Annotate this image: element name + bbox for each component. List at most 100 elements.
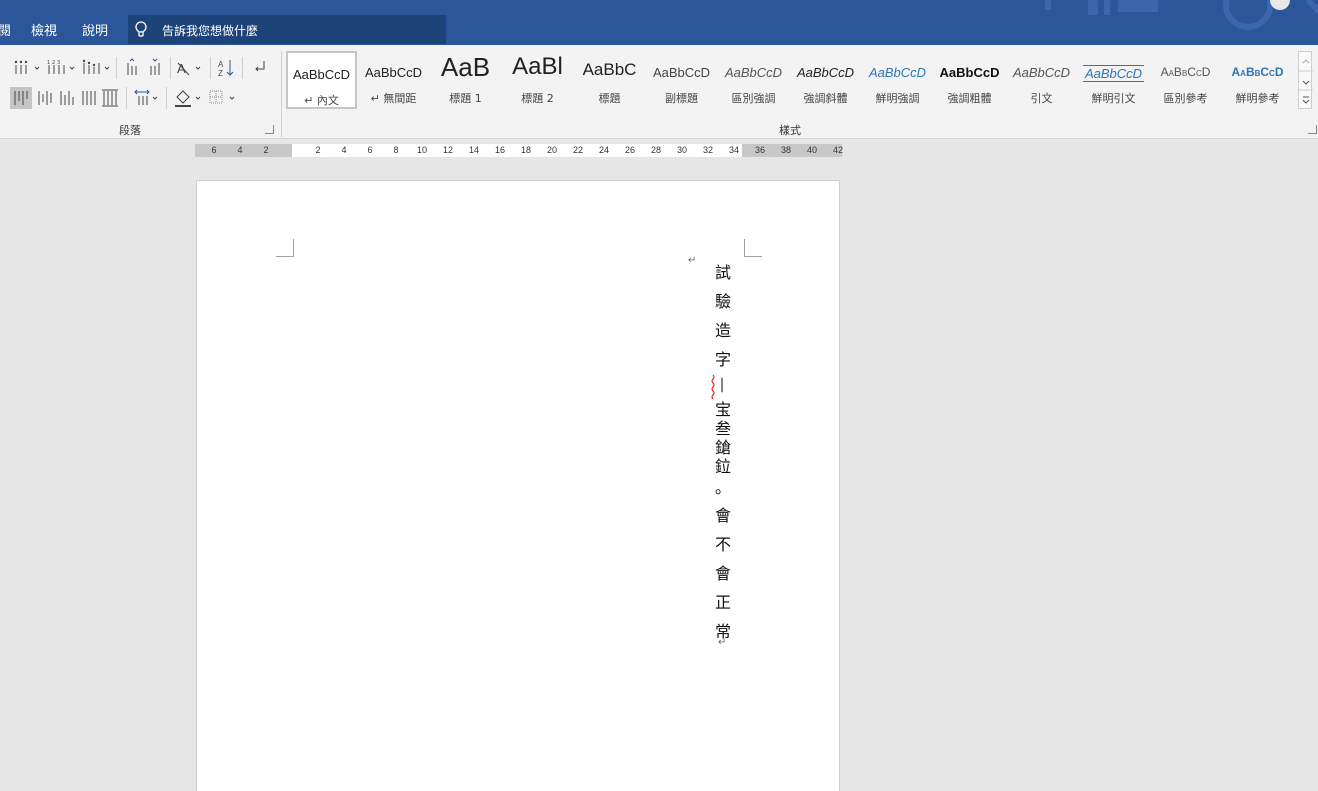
ruler-number: 10	[416, 145, 428, 155]
style-sample: AaBbCcD	[1012, 65, 1071, 80]
style-3[interactable]: AaB 標題 1	[430, 51, 501, 109]
horizontal-ruler[interactable]: 6 4 2 2 4 6 8 10 12 14 16 18 20 22 24 26 28 30 32 34 36 38 40 4…	[195, 144, 844, 157]
borders-button[interactable]	[206, 87, 238, 109]
separator	[126, 87, 127, 109]
style-1[interactable]: AaBbCcD ↵ 內文	[286, 51, 357, 109]
text-char: 正	[714, 593, 731, 612]
sort-icon: A Z	[218, 60, 234, 78]
decrease-indent-icon	[127, 58, 137, 75]
line-spacing-button[interactable]	[131, 87, 161, 109]
styles-gallery-scroll[interactable]	[1298, 51, 1313, 109]
separator	[166, 87, 167, 109]
style-6[interactable]: AaBbCcD 副標題	[646, 51, 717, 109]
show-hide-marks-button[interactable]	[248, 57, 270, 79]
tab-review-fragment[interactable]: 閱	[0, 20, 11, 39]
ruler-number: 36	[754, 145, 766, 155]
style-name: ↵ 無間距	[370, 92, 417, 105]
styles-dialog-launcher[interactable]	[1308, 125, 1317, 134]
distributed-button[interactable]	[100, 87, 122, 109]
text-char: 造	[714, 321, 731, 340]
ruler-number: 32	[702, 145, 714, 155]
separator	[116, 57, 117, 79]
style-12[interactable]: AaBbCcD 鮮明引文	[1078, 51, 1149, 109]
decrease-indent-button[interactable]	[122, 57, 144, 79]
ruler-number: 14	[468, 145, 480, 155]
style-11[interactable]: AaBbCcD 引文	[1006, 51, 1077, 109]
align-bottom-button[interactable]	[56, 87, 78, 109]
ruler-number: 2	[315, 145, 321, 155]
text-char: 會	[714, 506, 731, 525]
vertical-numbering-button[interactable]: 123	[45, 57, 77, 79]
style-8[interactable]: AaBbCcD 強調斜體	[790, 51, 861, 109]
multilevel-list-button[interactable]	[80, 57, 112, 79]
justify-icon	[82, 91, 96, 105]
text-dash: —	[714, 377, 733, 393]
style-14[interactable]: AaBbCcD 鮮明參考	[1222, 51, 1293, 109]
ruler-number: 6	[367, 145, 373, 155]
style-name: 標題 2	[521, 92, 554, 105]
style-5[interactable]: AaBbC 標題	[574, 51, 645, 109]
increase-indent-button[interactable]	[145, 57, 167, 79]
title-bar-decoration	[1045, 0, 1318, 30]
lightbulb-icon	[135, 21, 147, 37]
style-name: 區別強調	[731, 92, 776, 105]
style-name: 標題 1	[449, 92, 482, 105]
style-sample: AaBbCcD	[652, 65, 711, 80]
align-top-button[interactable]	[10, 87, 32, 109]
text-char: 會	[714, 564, 731, 583]
numbering-icon: 123	[47, 60, 75, 74]
style-7[interactable]: AaBbCcD 區別強調	[718, 51, 789, 109]
style-name: 標題	[598, 92, 621, 105]
vertical-bullets-button[interactable]	[12, 57, 42, 79]
ruler-number: 34	[728, 145, 740, 155]
text-char: 不	[714, 535, 731, 554]
margin-corner-left	[276, 239, 294, 257]
style-name: 強調粗體	[947, 92, 992, 105]
tell-me-box[interactable]: 告訴我您想做什麼	[128, 15, 446, 44]
ruler-number: 12	[442, 145, 454, 155]
align-center-button[interactable]	[34, 87, 56, 109]
asian-layout-button[interactable]: A	[175, 57, 205, 79]
justify-button[interactable]	[78, 87, 100, 109]
ribbon-body: 123 A A Z 段落 AaBbCcD ↵ 內文 AaBbCcD ↵ 無間距 …	[0, 45, 1318, 139]
separator	[210, 57, 211, 79]
tab-help[interactable]: 說明	[82, 20, 108, 39]
sort-button[interactable]: A Z	[216, 57, 238, 79]
ruler-number: 28	[650, 145, 662, 155]
style-10[interactable]: AaBbCcD 強調粗體	[934, 51, 1005, 109]
margin-corner-right	[744, 239, 762, 257]
bullets-icon	[14, 60, 40, 74]
style-name: 強調斜體	[803, 92, 848, 105]
style-9[interactable]: AaBbCcD 鮮明強調	[862, 51, 933, 109]
style-sample: AaB	[440, 52, 491, 82]
style-sample: AaBbCcD	[796, 65, 855, 80]
style-sample: AaBbCcD	[292, 67, 351, 82]
style-sample: AaBbCcD	[364, 65, 423, 80]
ruler-number: 18	[520, 145, 532, 155]
style-sample: AaBbCcD	[724, 65, 783, 80]
paint-bucket-icon	[175, 90, 201, 107]
ruler-number: 40	[806, 145, 818, 155]
multilevel-list-icon	[82, 59, 110, 74]
distributed-icon	[102, 89, 118, 107]
style-name: 鮮明強調	[875, 92, 920, 105]
ruler-number: 22	[572, 145, 584, 155]
tab-view[interactable]: 檢視	[31, 20, 57, 39]
ribbon-tab-bar: 閱 檢視 說明 告訴我您想做什麼	[0, 0, 1318, 45]
paragraph-dialog-launcher[interactable]	[265, 125, 274, 134]
ruler-left-margin	[195, 144, 292, 157]
borders-icon	[209, 90, 235, 104]
align-bottom-icon	[60, 91, 74, 105]
paragraph-mark-icon	[255, 61, 265, 72]
paragraph-group-label: 段落	[119, 124, 141, 137]
shading-button[interactable]	[172, 87, 204, 109]
style-sample: AaBbCcD	[1231, 65, 1284, 79]
ruler-number: 42	[832, 145, 844, 155]
style-name: 鮮明引文	[1091, 92, 1136, 105]
document-page[interactable]: ↵ 試驗造字 — 宝叁鎗鉝。會不會正常 ↵	[196, 180, 840, 791]
style-13[interactable]: AaBbCcD 區別參考	[1150, 51, 1221, 109]
style-2[interactable]: AaBbCcD ↵ 無間距	[358, 51, 429, 109]
style-4[interactable]: AaBl 標題 2	[502, 51, 573, 109]
align-center-icon	[38, 91, 52, 105]
ruler-number: 2	[263, 145, 269, 155]
